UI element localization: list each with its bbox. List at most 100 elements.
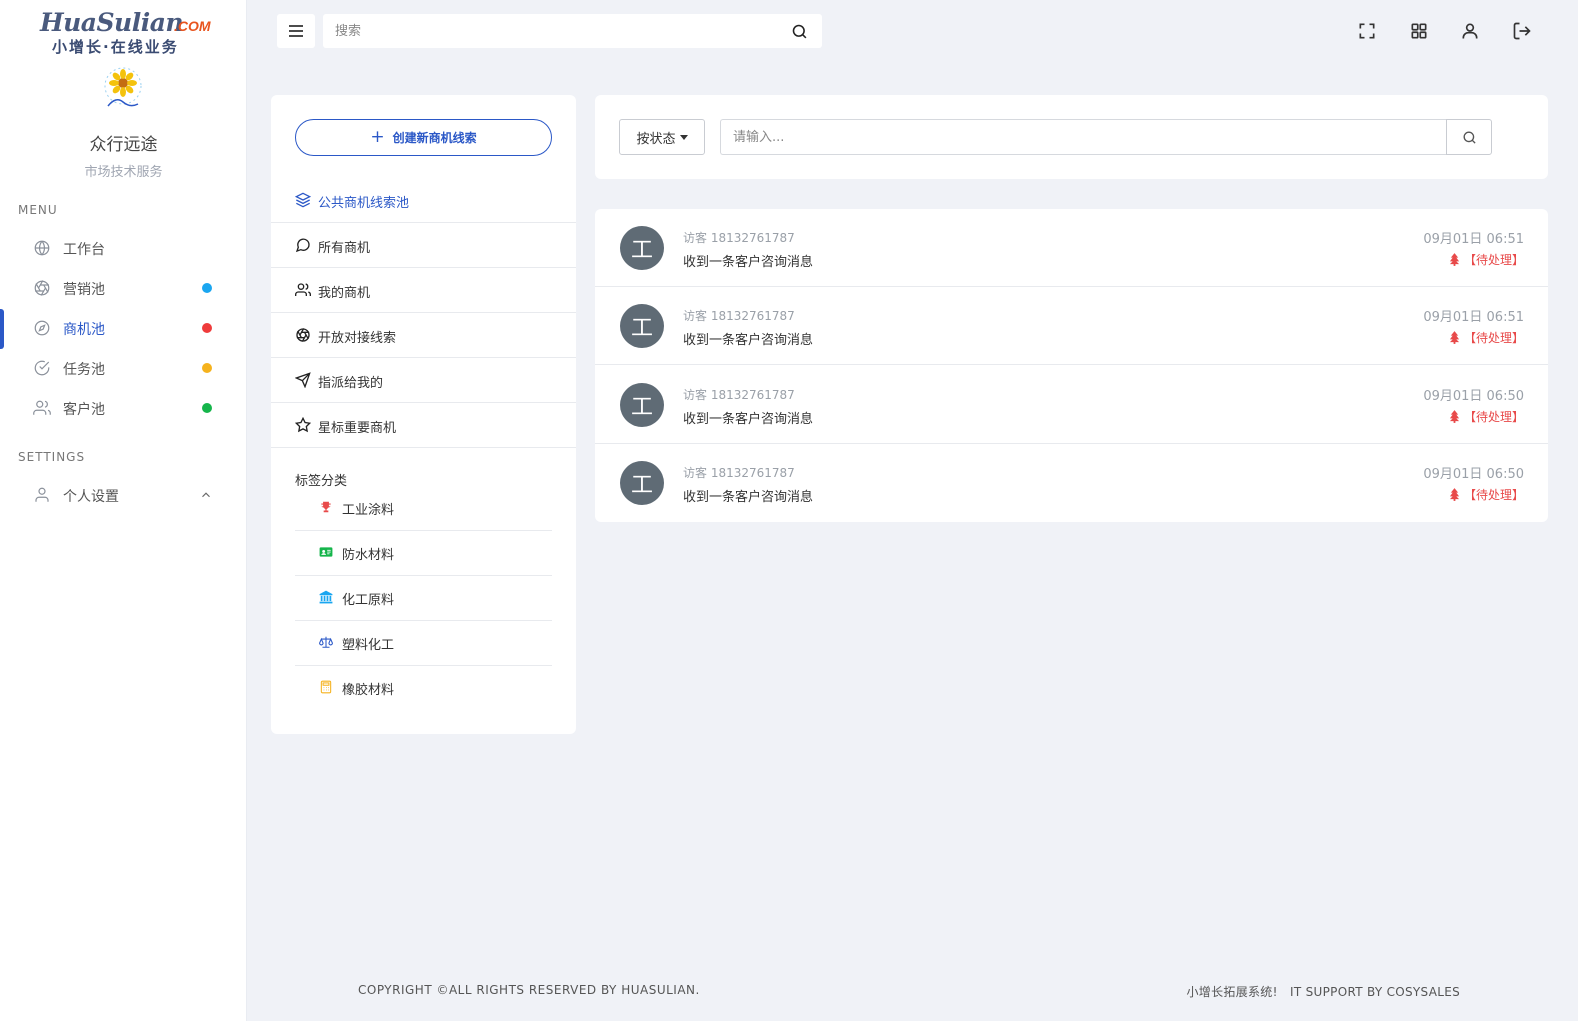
sidebar-item-label: 个人设置: [63, 489, 119, 505]
tag-label: 工业涂料: [342, 503, 395, 518]
user-avatar[interactable]: [98, 66, 148, 110]
create-lead-label: 创建新商机线索: [392, 131, 477, 145]
tag-industrial-coatings[interactable]: 工业涂料: [295, 486, 552, 531]
status-text: 【待处理】: [1463, 410, 1524, 424]
tag-plastic-chemicals[interactable]: 塑料化工: [295, 621, 552, 666]
menu-heading: MENU: [18, 203, 58, 217]
sidebar-item-label: 商机池: [63, 322, 105, 338]
user-role: 市场技术服务: [84, 165, 163, 180]
status-text: 【待处理】: [1463, 253, 1524, 267]
tag-label: 化工原料: [342, 593, 395, 608]
aperture-icon: [296, 328, 310, 342]
tag-label: 橡胶材料: [342, 683, 395, 698]
nav-assigned-to-me[interactable]: 指派给我的: [271, 358, 576, 403]
trophy-icon: [321, 501, 331, 513]
message-circle-icon: [295, 238, 310, 253]
status-badge: 【待处理】: [1449, 329, 1524, 346]
brand-logo[interactable]: HuaSulian .COM 小增长·在线业务: [36, 8, 216, 58]
status-text: 【待处理】: [1463, 331, 1524, 345]
logo-slogan: 小增长·在线业务: [52, 38, 179, 56]
tag-chemical-raw-materials[interactable]: 化工原料: [295, 576, 552, 621]
globe-icon: [34, 240, 50, 256]
visitor-phone: 访客 18132761787: [683, 309, 795, 323]
status-filter-dropdown[interactable]: 按状态: [619, 119, 705, 155]
filter-panel: 按状态: [595, 95, 1548, 179]
tag-label: 防水材料: [342, 548, 395, 563]
message-text: 收到一条客户咨询消息: [683, 412, 814, 427]
menu-toggle-button[interactable]: [277, 14, 315, 48]
search-icon[interactable]: [791, 23, 808, 40]
status-text: 【待处理】: [1463, 488, 1524, 502]
status-dot: [202, 283, 212, 293]
layers-icon: [295, 192, 311, 208]
create-lead-button[interactable]: + 创建新商机线索: [295, 119, 552, 156]
sidebar-item-label: 工作台: [63, 242, 105, 258]
visitor-phone: 访客 18132761787: [683, 231, 795, 245]
nav-my-opportunities[interactable]: 我的商机: [271, 268, 576, 313]
caret-down-icon: [679, 134, 688, 140]
status-dot: [202, 363, 212, 373]
footer-support: 小增长拓展系统! IT SUPPORT BY COSYSALES: [1186, 985, 1460, 999]
filter-search-input[interactable]: [720, 119, 1447, 155]
chevron-up-icon[interactable]: [199, 488, 213, 502]
tag-label: 塑料化工: [342, 638, 395, 653]
calculator-icon: [320, 680, 332, 694]
message-text: 收到一条客户咨询消息: [683, 333, 814, 348]
id-card-icon: [319, 547, 333, 557]
logo-com: .COM: [174, 18, 211, 34]
visitor-phone: 访客 18132761787: [683, 466, 795, 480]
sidebar-item-marketing[interactable]: 营销池: [0, 269, 246, 307]
nav-label: 所有商机: [318, 241, 371, 256]
message-time: 09月01日 06:50: [1423, 467, 1524, 482]
sidebar-item-label: 任务池: [63, 362, 105, 378]
aperture-icon: [34, 280, 50, 296]
compass-icon: [34, 320, 50, 336]
sidebar-item-label: 营销池: [63, 282, 105, 298]
nav-public-pool[interactable]: 公共商机线索池: [271, 178, 576, 223]
message-list: 工 访客 18132761787 收到一条客户咨询消息 09月01日 06:51…: [595, 209, 1548, 522]
nav-label: 公共商机线索池: [318, 196, 410, 211]
global-search: [323, 14, 822, 48]
settings-heading: SETTINGS: [18, 450, 86, 464]
nav-starred[interactable]: 星标重要商机: [271, 403, 576, 448]
star-icon: [295, 417, 311, 433]
user-profile-icon[interactable]: [1460, 21, 1480, 41]
list-item[interactable]: 工 访客 18132761787 收到一条客户咨询消息 09月01日 06:50…: [595, 366, 1548, 444]
visitor-phone: 访客 18132761787: [683, 388, 795, 402]
status-filter-label: 按状态: [636, 131, 676, 147]
nav-label: 星标重要商机: [318, 421, 397, 436]
fullscreen-icon[interactable]: [1357, 21, 1377, 41]
status-dot: [202, 403, 212, 413]
sidebar-item-workbench[interactable]: 工作台: [0, 229, 246, 267]
avatar: 工: [620, 304, 664, 348]
status-badge: 【待处理】: [1449, 486, 1524, 503]
filter-search-button[interactable]: [1446, 119, 1492, 155]
sidebar-item-tasks[interactable]: 任务池: [0, 349, 246, 387]
tag-rubber-materials[interactable]: 橡胶材料: [295, 666, 552, 711]
nav-open-leads[interactable]: 开放对接线索: [271, 313, 576, 358]
tag-waterproof-materials[interactable]: 防水材料: [295, 531, 552, 576]
send-icon: [295, 372, 311, 388]
list-item[interactable]: 工 访客 18132761787 收到一条客户咨询消息 09月01日 06:51…: [595, 209, 1548, 287]
search-icon: [1463, 131, 1476, 144]
apps-grid-icon[interactable]: [1409, 21, 1429, 41]
nav-all-opportunities[interactable]: 所有商机: [271, 223, 576, 268]
sidebar-item-opportunities[interactable]: 商机池: [0, 309, 246, 349]
list-item[interactable]: 工 访客 18132761787 收到一条客户咨询消息 09月01日 06:50…: [595, 444, 1548, 522]
status-badge: 【待处理】: [1449, 251, 1524, 268]
tree-icon: [1449, 410, 1460, 423]
hamburger-icon: [289, 25, 303, 37]
balance-scale-icon: [319, 636, 333, 648]
plus-icon: +: [370, 127, 385, 147]
sidebar-item-customers[interactable]: 客户池: [0, 389, 246, 427]
user-icon: [35, 487, 49, 502]
logout-icon[interactable]: [1512, 21, 1532, 41]
message-time: 09月01日 06:50: [1423, 389, 1524, 404]
check-circle-icon: [34, 360, 50, 376]
search-input[interactable]: [323, 14, 783, 48]
sidebar-item-label: 客户池: [63, 402, 105, 418]
sidebar-item-personal-settings[interactable]: 个人设置: [0, 476, 246, 514]
message-time: 09月01日 06:51: [1423, 232, 1524, 247]
list-item[interactable]: 工 访客 18132761787 收到一条客户咨询消息 09月01日 06:51…: [595, 287, 1548, 365]
bank-icon: [319, 590, 333, 604]
